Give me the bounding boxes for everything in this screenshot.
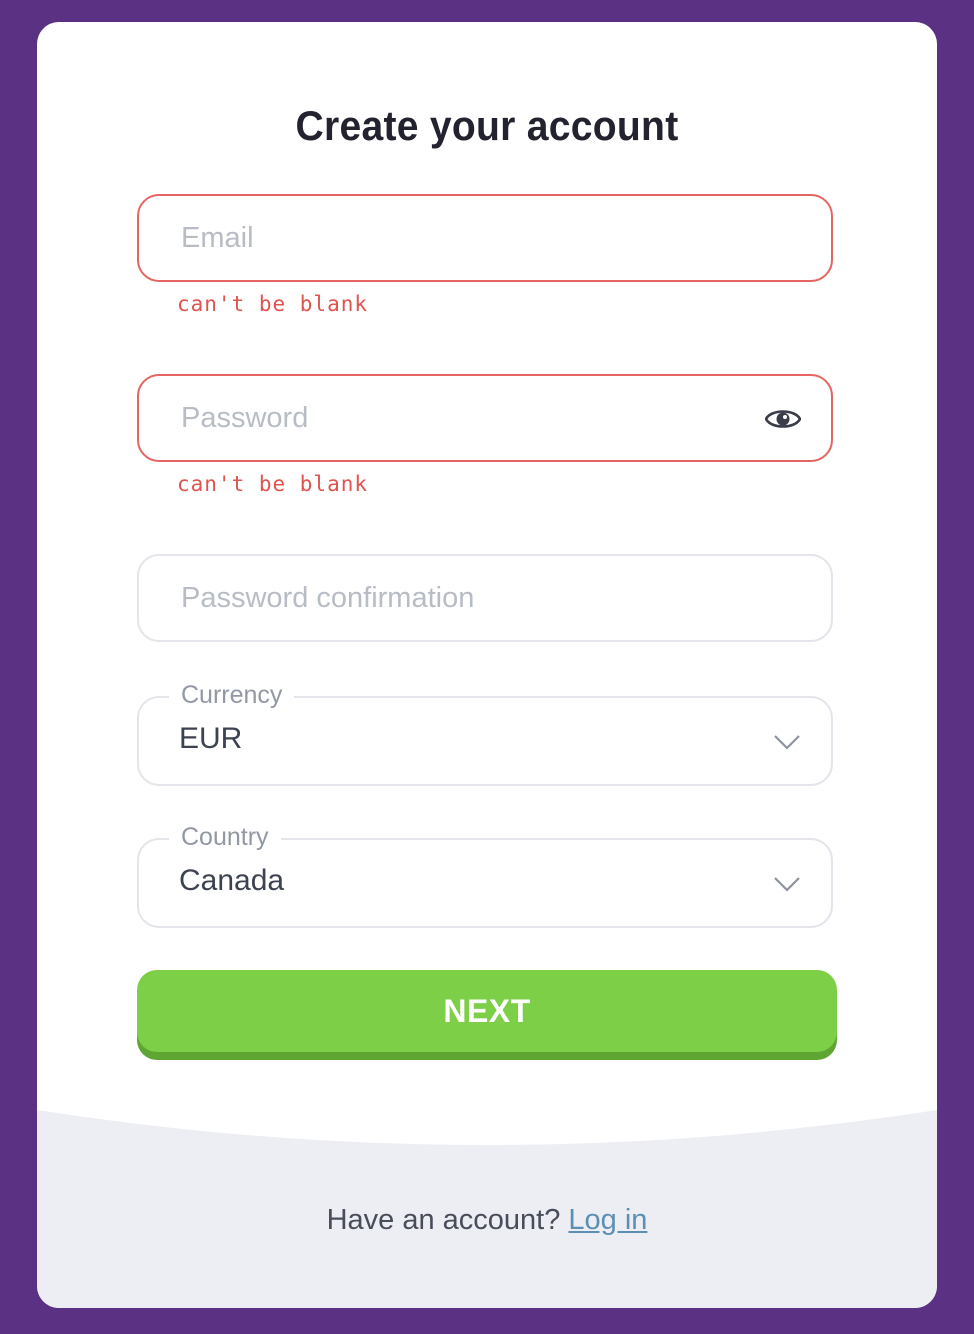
password-confirmation-field[interactable] bbox=[137, 554, 833, 642]
signup-card: Create your account can't be blank can't… bbox=[37, 22, 937, 1308]
have-account-text: Have an account? bbox=[326, 1204, 569, 1236]
next-button[interactable]: NEXT bbox=[137, 970, 837, 1052]
country-label: Country bbox=[169, 817, 281, 857]
password-error-message: can't be blank bbox=[177, 472, 369, 496]
footer-wave bbox=[37, 1110, 937, 1308]
password-confirmation-input[interactable] bbox=[139, 556, 831, 640]
chevron-down-icon bbox=[774, 735, 800, 750]
currency-select[interactable]: Currency EUR bbox=[137, 675, 833, 786]
eye-icon[interactable] bbox=[765, 406, 801, 432]
password-field[interactable] bbox=[137, 374, 833, 462]
currency-label: Currency bbox=[169, 675, 295, 715]
email-field[interactable] bbox=[137, 194, 833, 282]
country-value: Canada bbox=[179, 864, 285, 897]
footer: Have an account? Log in bbox=[37, 1092, 937, 1308]
chevron-down-icon bbox=[774, 877, 800, 892]
password-input[interactable] bbox=[139, 376, 831, 460]
login-link[interactable]: Log in bbox=[568, 1204, 647, 1236]
email-input[interactable] bbox=[139, 196, 831, 280]
country-select[interactable]: Country Canada bbox=[137, 817, 833, 928]
footer-prompt: Have an account? Log in bbox=[37, 1204, 937, 1237]
page-title: Create your account bbox=[295, 102, 679, 149]
email-error-message: can't be blank bbox=[177, 292, 369, 316]
currency-value: EUR bbox=[179, 722, 243, 755]
